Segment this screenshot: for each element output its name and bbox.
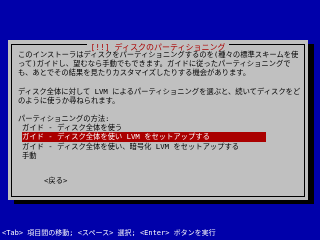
description-text: このインストーラはディスクをパーティショニングするのを(種々の標準スキームを使っ… (18, 50, 299, 78)
option-guided-encrypted-lvm[interactable]: ガイド - ディスク全体を使い、暗号化 LVM をセットアップする (22, 142, 266, 151)
option-manual[interactable]: 手動 (22, 151, 266, 160)
instruction-text: ディスク全体に対して LVM によるパーティショニングを選ぶと、続いてディスクを… (18, 86, 301, 105)
back-button[interactable]: <戻る> (44, 176, 67, 185)
partition-method-list: ガイド - ディスク全体を使う ガイド - ディスク全体を使い LVM をセット… (22, 123, 266, 160)
option-guided-lvm[interactable]: ガイド - ディスク全体を使い LVM をセットアップする (22, 132, 266, 142)
dialog-content: このインストーラはディスクをパーティショニングするのを(種々の標準スキームを使っ… (18, 50, 302, 160)
option-guided-entire-disk[interactable]: ガイド - ディスク全体を使う (22, 123, 266, 132)
dialog-title-bar: [!!] ディスクのパーティショニング (12, 40, 304, 52)
partitioning-dialog: [!!] ディスクのパーティショニング このインストーラはディスクをパーティショ… (8, 40, 308, 200)
status-bar-help: <Tab> 項目間の移動; <スペース> 選択; <Enter> ボタンを実行 (2, 229, 216, 237)
installer-screen: [!!] ディスクのパーティショニング このインストーラはディスクをパーティショ… (0, 0, 320, 240)
method-label: パーティショニングの方法: (18, 114, 110, 124)
